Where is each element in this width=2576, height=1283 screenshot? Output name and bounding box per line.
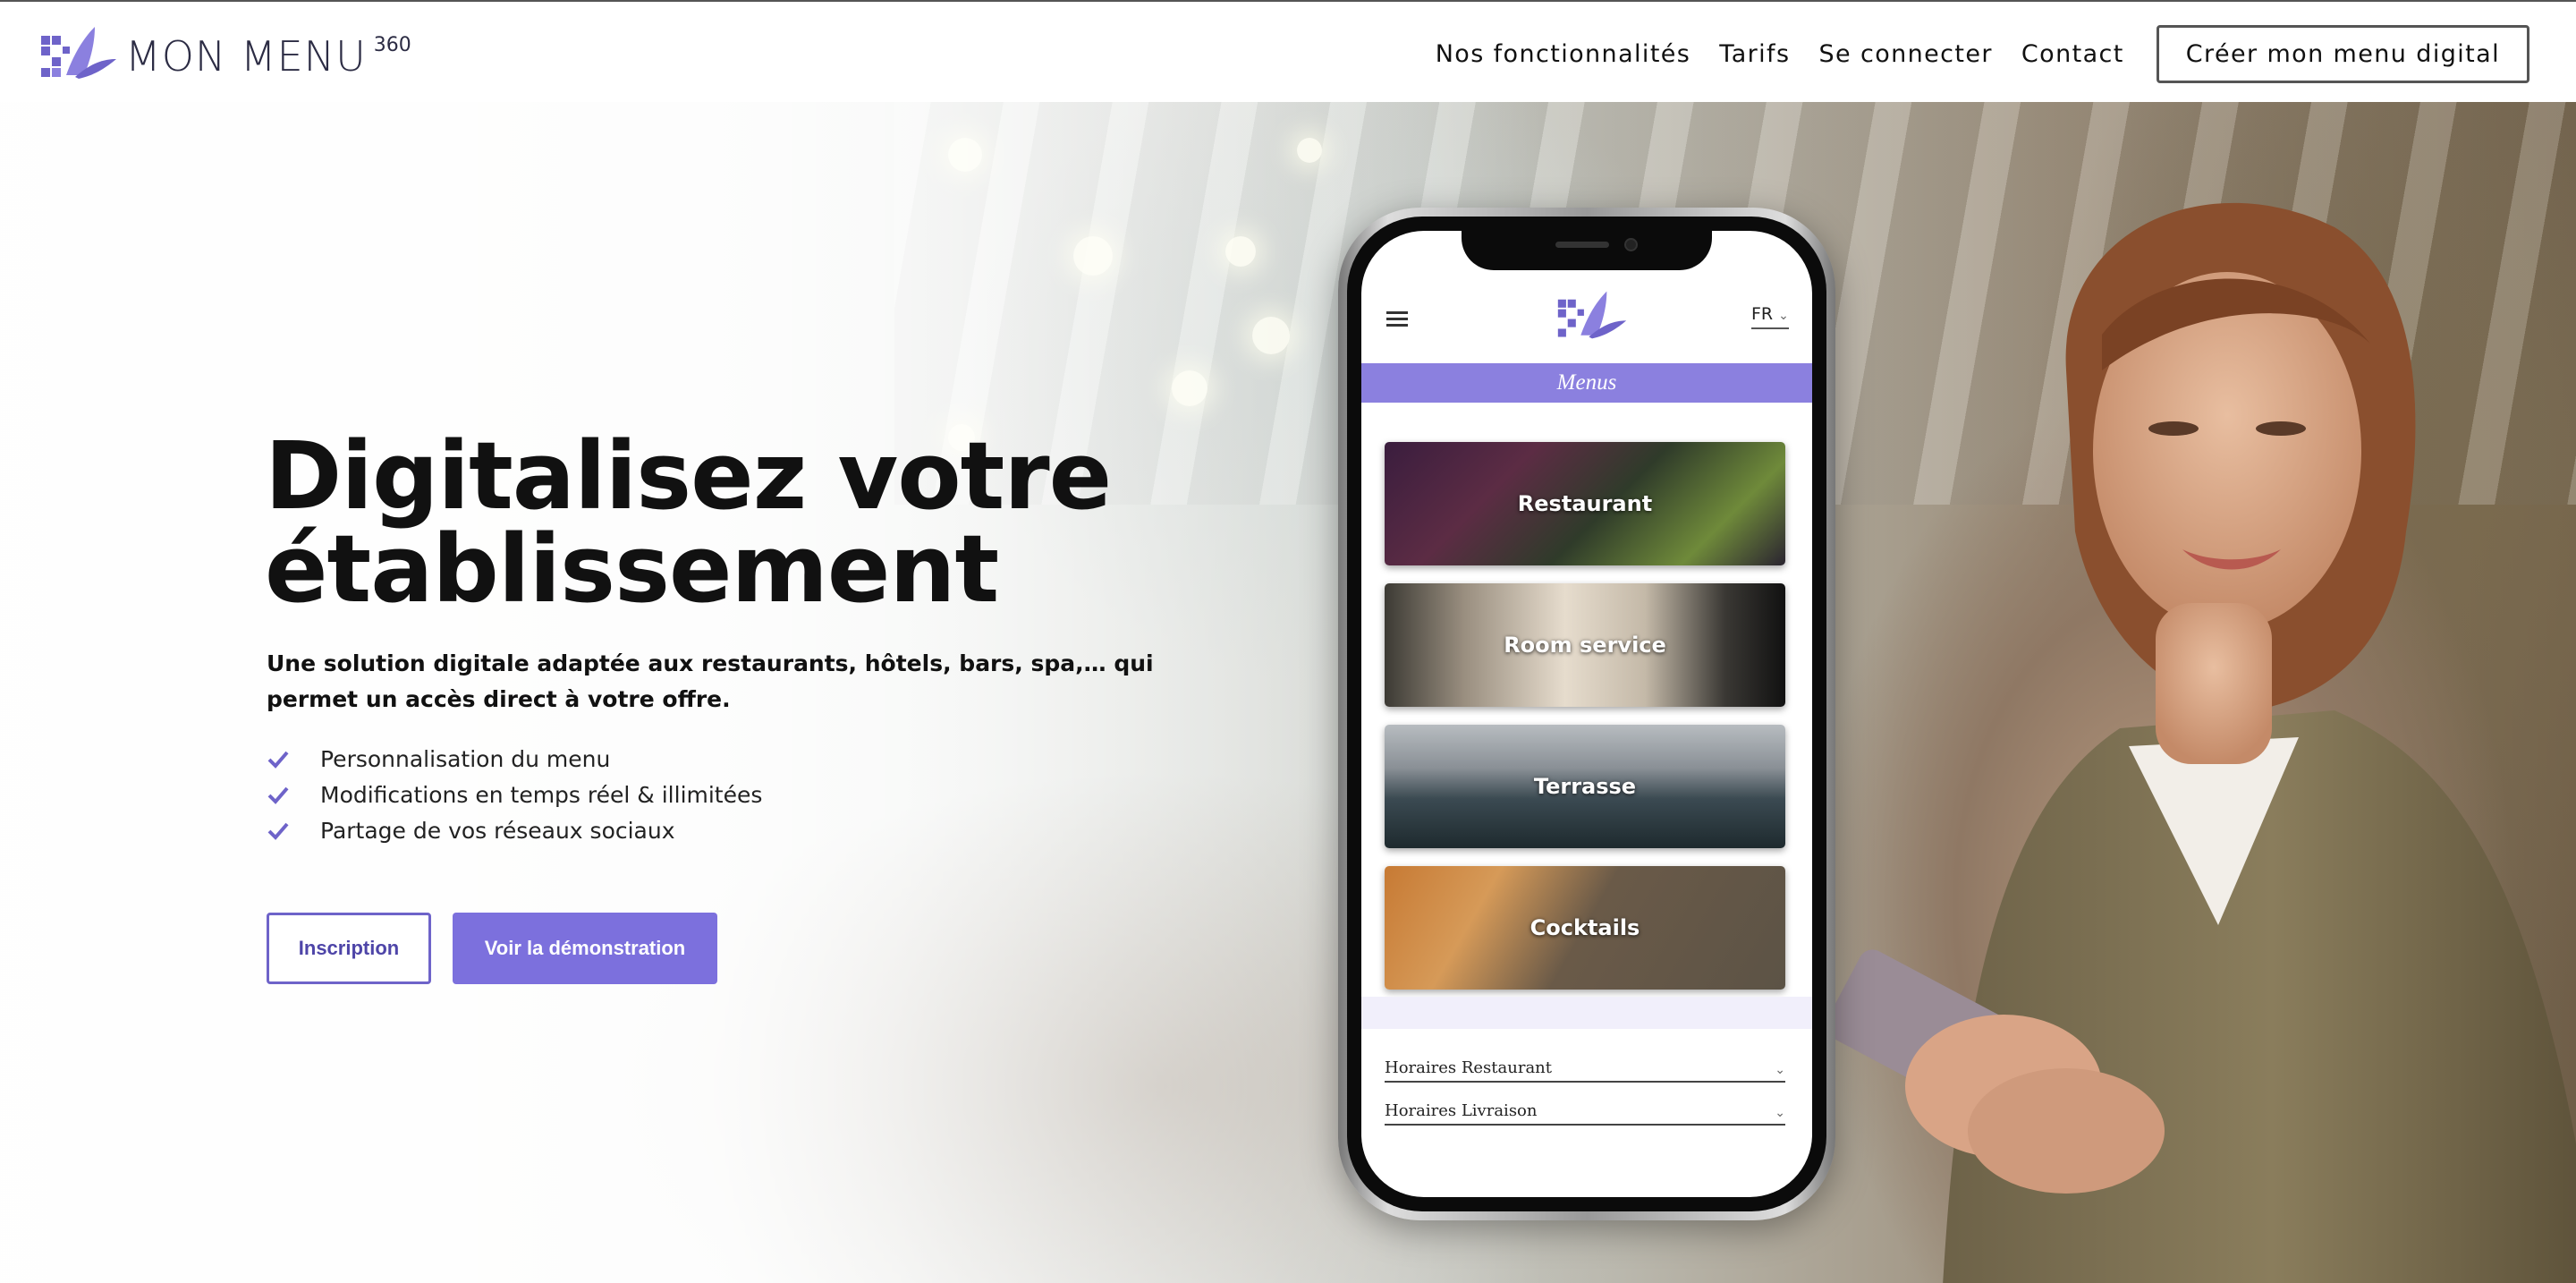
app-logo-icon bbox=[1557, 291, 1627, 339]
language-select[interactable]: FR bbox=[1751, 304, 1789, 329]
check-icon bbox=[267, 751, 289, 769]
feature-label: Modifications en temps réel & illimitées bbox=[320, 781, 763, 808]
feature-item: Modifications en temps réel & illimitées bbox=[267, 777, 762, 812]
card-label: Room service bbox=[1504, 633, 1666, 658]
menu-card-cocktails[interactable]: Cocktails bbox=[1385, 866, 1785, 990]
brand-logo[interactable]: MON MENU 360 bbox=[39, 23, 411, 82]
card-label: Cocktails bbox=[1530, 915, 1640, 940]
feature-list: Personnalisation du menu Modifications e… bbox=[267, 741, 762, 848]
menu-card-restaurant[interactable]: Restaurant bbox=[1385, 442, 1785, 565]
phone-notch bbox=[1462, 231, 1712, 270]
nav-link-login[interactable]: Se connecter bbox=[1818, 40, 1992, 68]
accordion-label: Horaires Livraison bbox=[1385, 1101, 1538, 1120]
demo-button[interactable]: Voir la démonstration bbox=[453, 913, 717, 984]
phone-mockup: FR Menus Restaurant Room service Terrass… bbox=[1338, 208, 1835, 1220]
feature-item: Partage de vos réseaux sociaux bbox=[267, 812, 762, 848]
accordion-restaurant-hours[interactable]: Horaires Restaurant ⌄ bbox=[1385, 1056, 1785, 1083]
app-header: FR bbox=[1361, 270, 1812, 363]
check-icon bbox=[267, 822, 289, 840]
check-icon bbox=[267, 786, 289, 804]
inscription-button[interactable]: Inscription bbox=[267, 913, 431, 984]
menu-card-room-service[interactable]: Room service bbox=[1385, 583, 1785, 707]
phone-speaker bbox=[1555, 242, 1609, 248]
logo-mark-icon bbox=[41, 27, 116, 79]
feature-label: Partage de vos réseaux sociaux bbox=[320, 817, 675, 844]
hero-section: Digitalisez votre établissement Une solu… bbox=[0, 102, 2576, 1283]
nav-link-pricing[interactable]: Tarifs bbox=[1719, 40, 1790, 68]
menu-card-list: Restaurant Room service Terrasse Cocktai… bbox=[1385, 442, 1785, 1007]
hero-subtitle: Une solution digitale adaptée aux restau… bbox=[267, 650, 1154, 712]
hamburger-menu-icon[interactable] bbox=[1386, 311, 1408, 327]
hero-title: Digitalisez votre établissement bbox=[265, 429, 1338, 616]
accordion-delivery-hours[interactable]: Horaires Livraison ⌄ bbox=[1385, 1099, 1785, 1126]
create-menu-button[interactable]: Créer mon menu digital bbox=[2156, 25, 2529, 83]
feature-item: Personnalisation du menu bbox=[267, 741, 762, 777]
card-label: Terrasse bbox=[1533, 774, 1637, 799]
phone-screen: FR Menus Restaurant Room service Terrass… bbox=[1361, 231, 1812, 1197]
chevron-down-icon: ⌄ bbox=[1775, 1063, 1785, 1077]
main-nav: Nos fonctionnalités Tarifs Se connecter … bbox=[1436, 25, 2529, 83]
brand-name: MON MENU bbox=[125, 32, 367, 81]
card-label: Restaurant bbox=[1517, 491, 1653, 516]
nav-link-contact[interactable]: Contact bbox=[2021, 40, 2124, 68]
hero-title-line-1: Digitalisez votre bbox=[265, 421, 1112, 531]
site-header: MON MENU 360 Nos fonctionnalités Tarifs … bbox=[0, 2, 2576, 102]
feature-label: Personnalisation du menu bbox=[320, 745, 611, 772]
brand-superscript: 360 bbox=[373, 34, 411, 56]
menus-section-title: Menus bbox=[1361, 363, 1812, 403]
nav-link-features[interactable]: Nos fonctionnalités bbox=[1436, 40, 1691, 68]
phone-camera bbox=[1624, 238, 1638, 251]
menu-card-terrasse[interactable]: Terrasse bbox=[1385, 725, 1785, 848]
hero-title-line-2: établissement bbox=[265, 514, 999, 624]
accordion-label: Horaires Restaurant bbox=[1385, 1058, 1553, 1077]
chevron-down-icon: ⌄ bbox=[1775, 1106, 1785, 1120]
phone-footer-band bbox=[1361, 997, 1812, 1029]
phone-bezel: FR Menus Restaurant Room service Terrass… bbox=[1347, 217, 1826, 1211]
